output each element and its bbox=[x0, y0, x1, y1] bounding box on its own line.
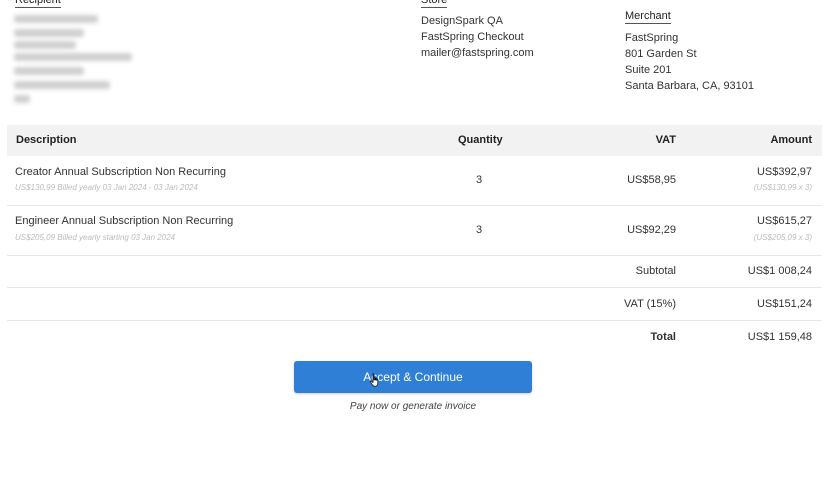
hand-cursor-icon bbox=[369, 373, 379, 387]
item-amount: US$392,97 bbox=[756, 166, 812, 178]
store-email: mailer@fastspring.com bbox=[421, 47, 534, 59]
recipient-label: Recipient bbox=[15, 0, 61, 8]
item-detail: US$205,09 Billed yearly starting 03 Jan … bbox=[15, 233, 176, 242]
item-vat: US$58,95 bbox=[627, 174, 676, 186]
table-row: Creator Annual Subscription Non Recurrin… bbox=[7, 156, 822, 206]
accept-continue-button[interactable]: Accept & Continue bbox=[294, 361, 532, 393]
item-amount: US$615,27 bbox=[756, 215, 812, 227]
item-description: Engineer Annual Subscription Non Recurri… bbox=[15, 215, 234, 227]
header-amount: Amount bbox=[770, 134, 812, 146]
header-vat: VAT bbox=[655, 134, 676, 146]
total-value: US$1 159,48 bbox=[747, 331, 812, 343]
subtotal-label: Subtotal bbox=[635, 265, 676, 277]
invoice-table-header: Description Quantity VAT Amount bbox=[7, 125, 822, 156]
subtotal-value: US$1 008,24 bbox=[747, 265, 812, 277]
merchant-city: Santa Barbara, CA, 93101 bbox=[625, 80, 755, 92]
subtotal-row: Subtotal US$1 008,24 bbox=[7, 256, 822, 288]
item-amount-detail: (US$205,09 x 3) bbox=[753, 233, 812, 242]
total-label: Total bbox=[650, 331, 676, 343]
payment-note: Pay now or generate invoice bbox=[349, 401, 477, 412]
table-row: Engineer Annual Subscription Non Recurri… bbox=[7, 206, 822, 256]
store-checkout: FastSpring Checkout bbox=[421, 31, 524, 43]
merchant-label: Merchant bbox=[625, 10, 671, 24]
store-name: DesignSpark QA bbox=[421, 15, 503, 27]
vat-label: VAT (15%) bbox=[624, 298, 676, 310]
store-label: Store bbox=[421, 0, 448, 8]
vat-row: VAT (15%) US$151,24 bbox=[7, 288, 822, 321]
item-amount-detail: (US$130,99 x 3) bbox=[753, 183, 812, 192]
merchant-street: 801 Garden St bbox=[625, 48, 697, 60]
vat-value: US$151,24 bbox=[756, 298, 812, 310]
header-quantity: Quantity bbox=[458, 134, 503, 146]
merchant-name: FastSpring bbox=[625, 32, 679, 44]
item-description: Creator Annual Subscription Non Recurrin… bbox=[15, 166, 226, 178]
item-quantity: 3 bbox=[476, 174, 483, 186]
merchant-suite: Suite 201 bbox=[625, 64, 672, 76]
item-quantity: 3 bbox=[476, 224, 483, 236]
item-vat: US$92,29 bbox=[627, 224, 676, 236]
total-row: Total US$1 159,48 bbox=[7, 321, 822, 353]
header-description: Description bbox=[16, 134, 77, 146]
item-detail: US$130,99 Billed yearly 03 Jan 2024 - 03… bbox=[15, 183, 198, 192]
